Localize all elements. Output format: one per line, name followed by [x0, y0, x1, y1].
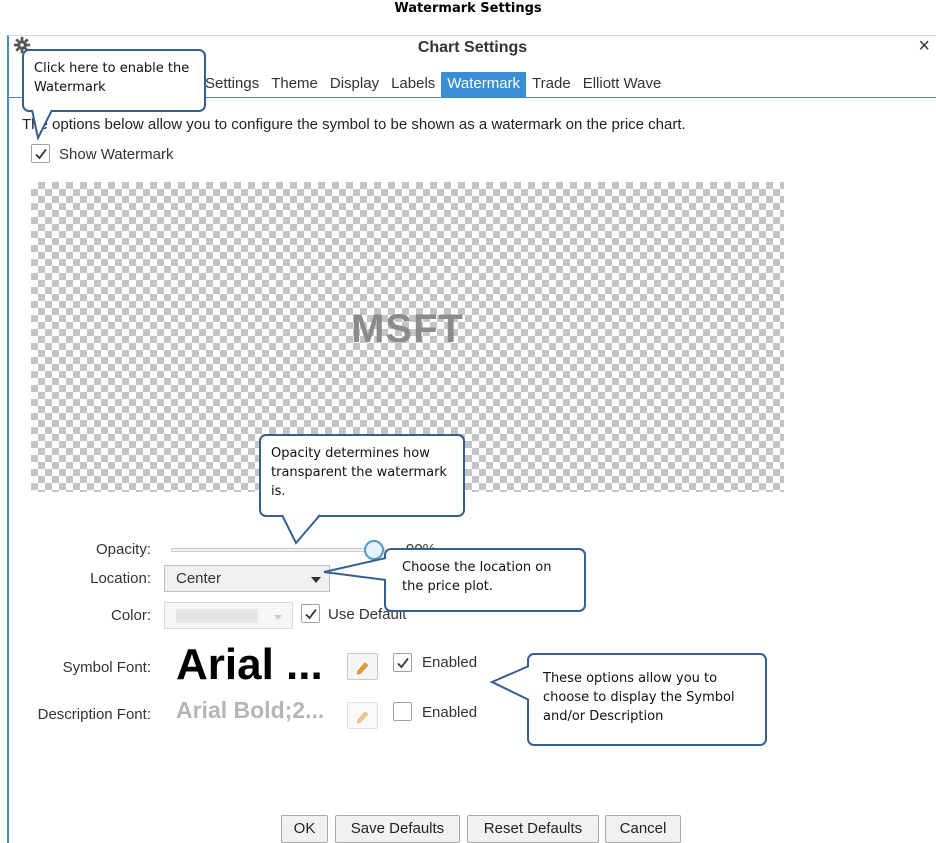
checkmark-icon: [397, 657, 409, 669]
callout-pointer: [489, 665, 531, 701]
callout-font-options: These options allow you to choose to dis…: [527, 653, 767, 746]
tab-elliott-wave[interactable]: Elliott Wave: [577, 72, 668, 97]
close-button[interactable]: ×: [918, 35, 930, 57]
symbol-font-label: Symbol Font:: [62, 659, 151, 676]
location-label: Location:: [90, 570, 151, 587]
description-text: The options below allow you to configure…: [22, 116, 686, 133]
callout-pointer: [281, 513, 321, 545]
pencil-icon: [357, 662, 369, 675]
location-value: Center: [176, 570, 222, 587]
chevron-down-icon: [311, 577, 321, 583]
tab-bar: Settings Theme Display Labels Watermark …: [199, 72, 667, 97]
checkmark-icon: [35, 148, 47, 160]
use-default-checkbox[interactable]: [301, 604, 320, 623]
symbol-font-edit-button[interactable]: [347, 653, 378, 680]
tab-trade[interactable]: Trade: [526, 72, 577, 97]
tab-watermark[interactable]: Watermark: [441, 72, 527, 97]
show-watermark-label: Show Watermark: [59, 146, 174, 163]
description-font-edit-button[interactable]: [347, 702, 378, 729]
description-font-enabled-checkbox[interactable]: [393, 702, 412, 721]
page-title: Watermark Settings: [394, 1, 542, 16]
cancel-button[interactable]: Cancel: [605, 815, 681, 843]
symbol-font-enabled-label: Enabled: [422, 654, 478, 671]
symbol-font-preview: Arial ...: [164, 638, 342, 693]
tab-theme[interactable]: Theme: [265, 72, 324, 97]
callout-opacity: Opacity determines how transparent the w…: [259, 434, 465, 517]
tab-display[interactable]: Display: [324, 72, 385, 97]
color-select[interactable]: [164, 602, 293, 629]
checkmark-icon: [305, 608, 317, 620]
description-font-label: Description Font:: [37, 706, 151, 723]
callout-pointer: [31, 108, 53, 141]
watermark-preview-text: MSFT: [351, 307, 464, 351]
save-defaults-button[interactable]: Save Defaults: [335, 815, 460, 843]
color-swatch: [176, 609, 258, 623]
location-select[interactable]: Center: [164, 565, 330, 592]
description-font-enabled-label: Enabled: [422, 704, 478, 721]
description-font-sample: Arial Bold;2...: [176, 697, 325, 723]
chart-settings-dialog: Chart Settings × Settings Theme Display …: [7, 35, 936, 843]
opacity-label: Opacity:: [95, 541, 151, 558]
pencil-icon: [357, 711, 369, 724]
callout-enable-watermark: Click here to enable the Watermark: [22, 49, 206, 112]
callout-pointer: [323, 557, 388, 581]
callout-location: Choose the location on the price plot.: [384, 548, 586, 612]
chevron-down-icon: [274, 615, 282, 620]
tab-labels[interactable]: Labels: [385, 72, 441, 97]
color-label: Color:: [110, 607, 151, 624]
symbol-font-sample: Arial ...: [176, 640, 323, 689]
tab-settings[interactable]: Settings: [199, 72, 265, 97]
symbol-font-enabled-checkbox[interactable]: [393, 653, 412, 672]
reset-defaults-button[interactable]: Reset Defaults: [467, 815, 599, 843]
ok-button[interactable]: OK: [281, 815, 328, 843]
